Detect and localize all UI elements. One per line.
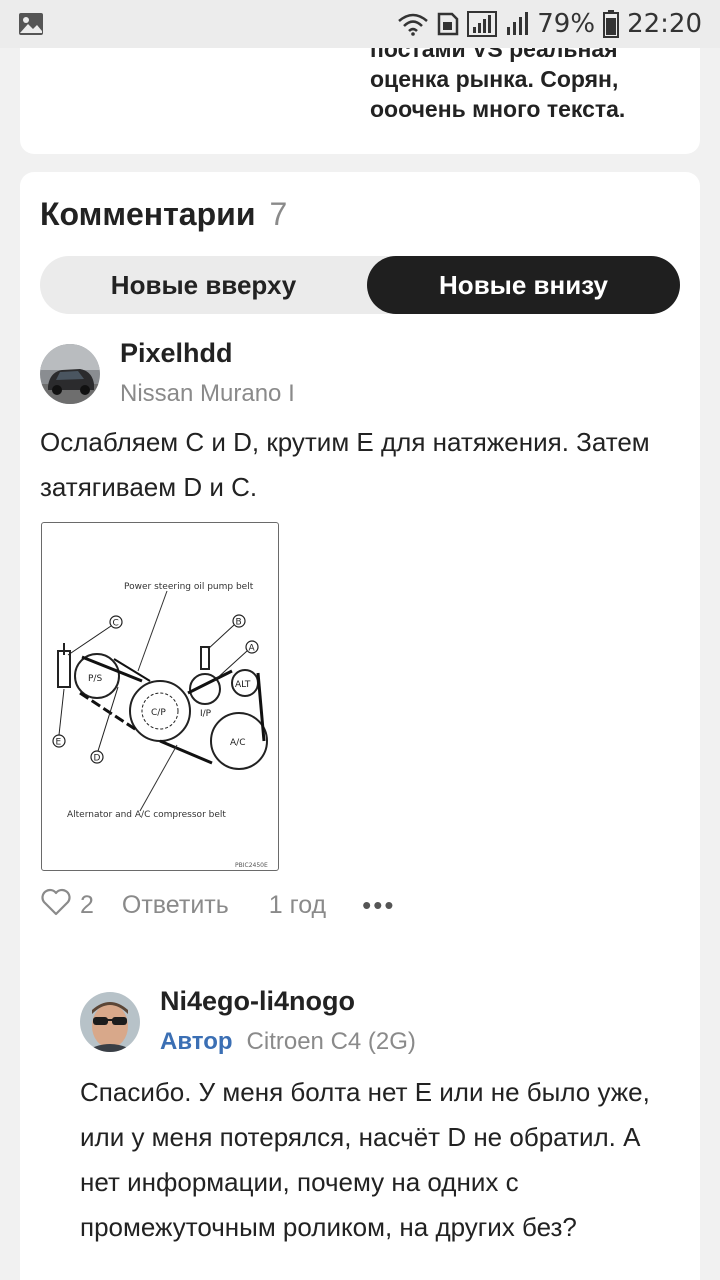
sort-newest-top-button[interactable]: Новые вверху [40,256,367,314]
pulley-ip-label: I/P [200,709,212,719]
more-options-button[interactable]: ••• [362,890,395,921]
comment-text: Ослабляем C и D, крутим E для натяжения.… [40,427,650,502]
comment-text: Спасибо. У меня болта нет E или не было … [80,1077,650,1242]
comments-section: Комментарии 7 Новые вверху Новые внизу P… [20,172,700,1280]
comment-item: Ni4ego-li4nogo Автор Citroen C4 (2G) Спас… [20,984,700,1280]
belt-diagram-image[interactable]: Power steering oil pump belt P/S C/P I/P… [41,522,279,871]
comment-actions: 2 Ответить 1 год ••• [40,888,395,923]
clock: 22:20 [627,9,702,39]
gallery-notification-icon [18,12,44,36]
diagram-code: PBIC2450E [235,862,268,869]
like-button[interactable]: 2 [40,888,94,923]
comments-title: Комментарии [40,196,256,232]
diagram-label-c: C [113,619,119,629]
diagram-label-d: D [94,754,101,764]
heart-icon [40,888,72,923]
pulley-ac-label: A/C [230,738,245,748]
avatar[interactable] [40,344,100,404]
sort-newest-bottom-button[interactable]: Новые внизу [367,256,680,314]
wifi-icon [397,12,429,36]
comment-item: Pixelhdd Nissan Murano I Ослабляем C и D… [20,338,700,938]
signal-sim1-icon [467,11,498,37]
battery-icon [603,10,620,38]
signal-sim2-icon [505,11,529,37]
like-count: 2 [80,891,94,919]
diagram-label-e: E [56,738,62,748]
pulley-ps-label: P/S [88,674,102,684]
avatar[interactable] [80,992,140,1052]
comment-author-car[interactable]: Citroen C4 (2G) [247,1028,416,1055]
comment-author-name[interactable]: Ni4ego-li4nogo [160,986,355,1017]
comment-author-name[interactable]: Pixelhdd [120,338,233,369]
battery-percent: 79% [537,9,596,39]
comment-author-car[interactable]: Nissan Murano I [120,380,295,408]
comment-author-meta: Автор Citroen C4 (2G) [160,1028,416,1056]
diagram-top-caption: Power steering oil pump belt [124,582,254,592]
diagram-bottom-caption: Alternator and A/C compressor belt [67,810,226,820]
pulley-alt-label: ALT [235,680,251,690]
pulley-cp-label: C/P [151,708,166,718]
comments-header: Комментарии 7 [40,196,287,233]
status-bar: 79% 22:20 [0,0,720,48]
reply-button[interactable]: Ответить [122,891,229,920]
author-badge: Автор [160,1028,233,1055]
comments-count: 7 [269,196,288,232]
diagram-label-b: B [236,618,242,628]
comment-time: 1 год [268,891,327,919]
save-traffic-icon [437,12,459,36]
diagram-label-a: A [249,644,256,654]
comments-sort-toggle: Новые вверху Новые внизу [40,256,680,314]
